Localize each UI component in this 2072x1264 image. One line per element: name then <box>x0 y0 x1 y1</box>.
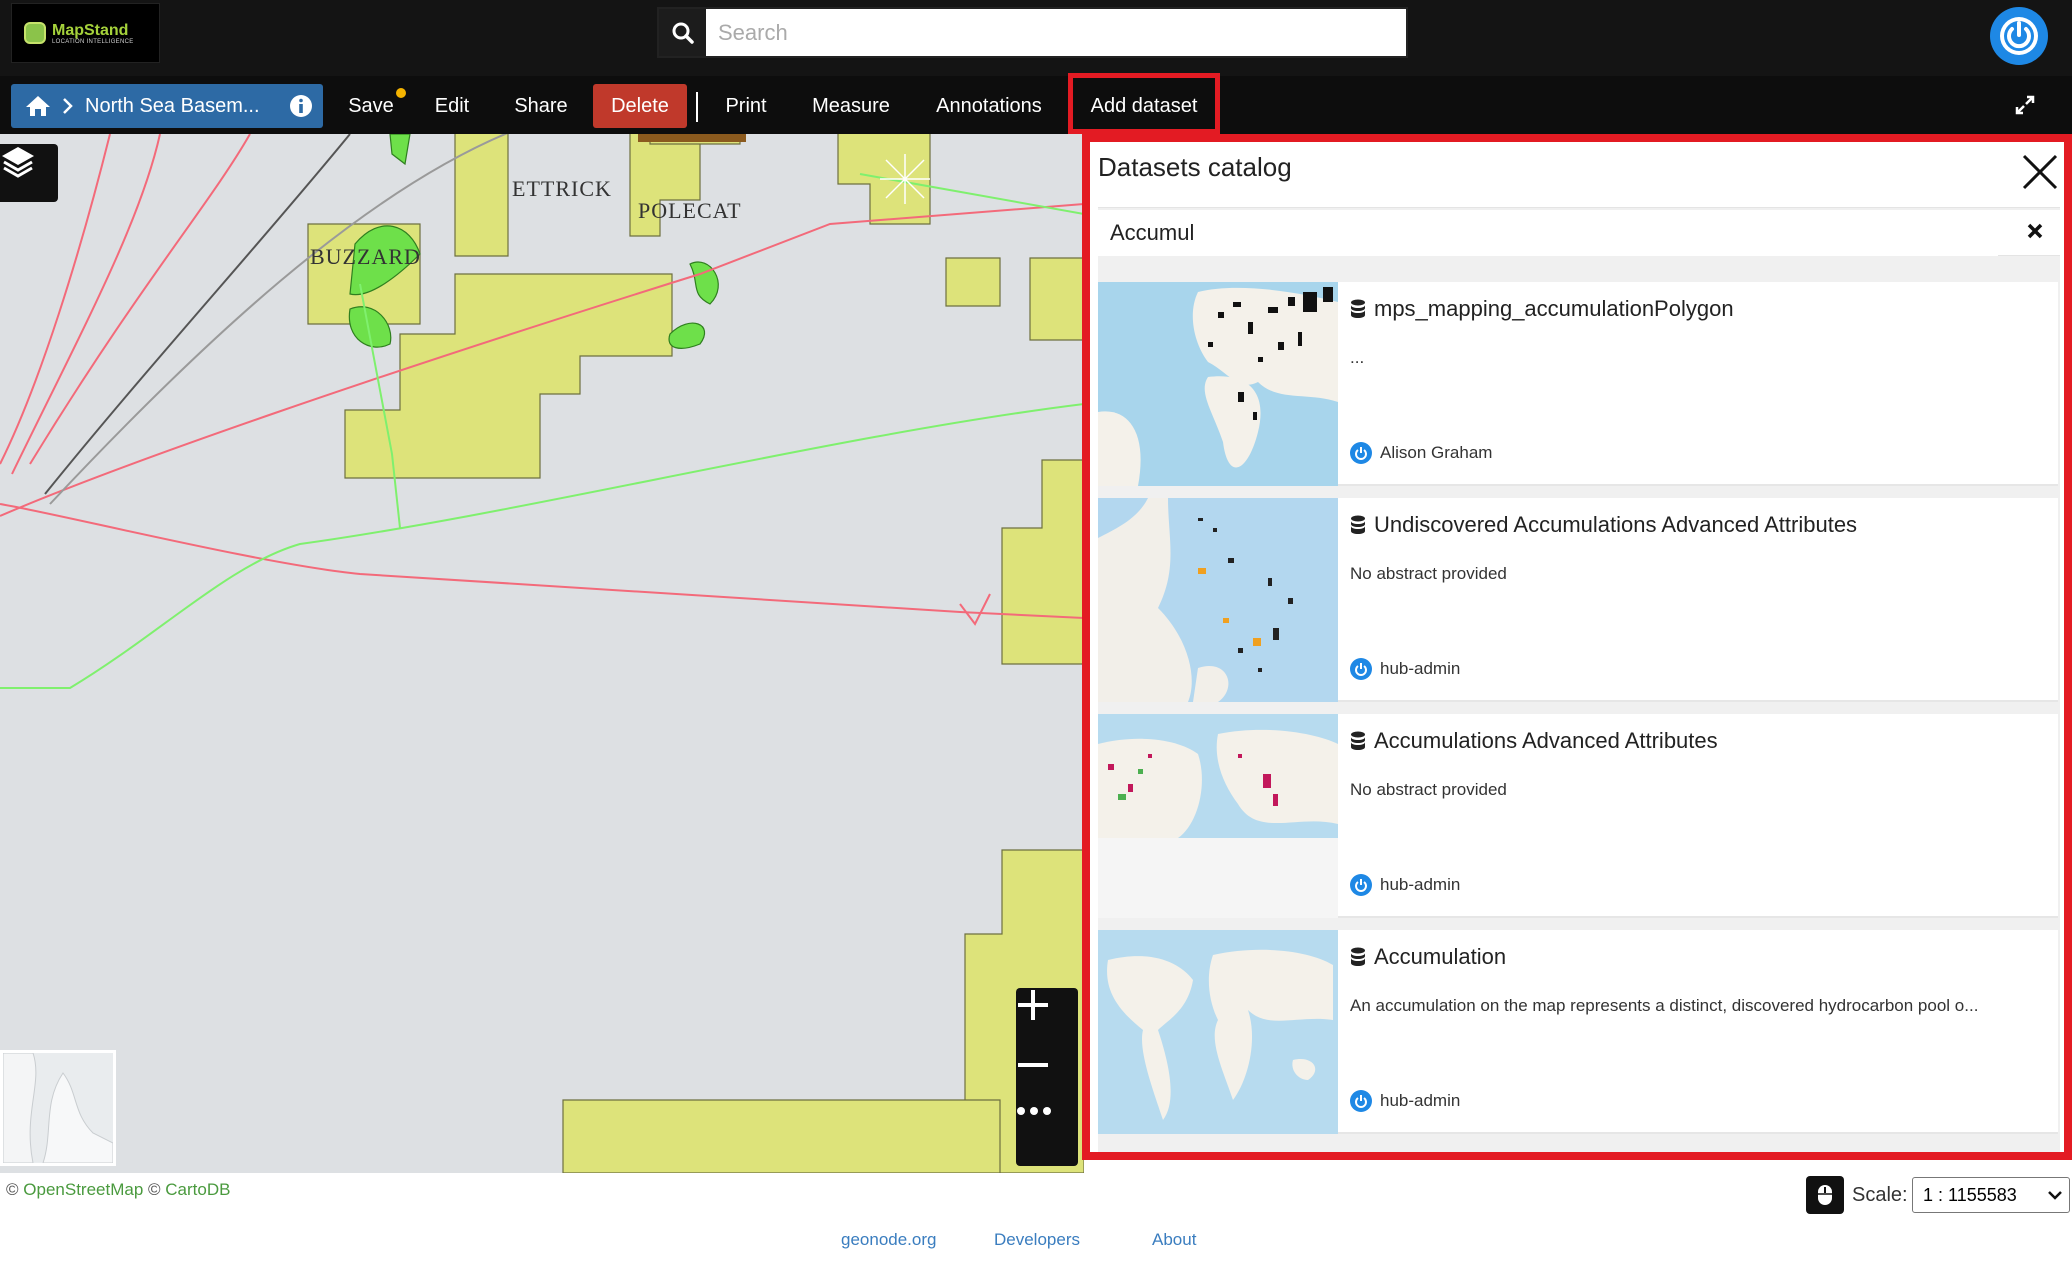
map-label-ettrick: ETTRICK <box>512 176 612 201</box>
map-canvas[interactable]: ETTRICK POLECAT BUZZARD <box>0 134 1084 1173</box>
fullscreen-icon[interactable] <box>2014 94 2036 116</box>
dataset-owner[interactable]: hub-admin <box>1380 659 1460 679</box>
app-root: MapStand LOCATION INTELLIGENCE North Sea… <box>0 0 2072 1264</box>
minimap-icon <box>3 1053 113 1163</box>
owner-avatar-icon <box>1350 1090 1372 1112</box>
catalog-header: Datasets catalog <box>1098 148 2060 208</box>
owner-avatar-icon <box>1350 442 1372 464</box>
database-icon <box>1351 731 1365 750</box>
dataset-title: Undiscovered Accumulations Advanced Attr… <box>1374 512 1858 537</box>
dataset-owner[interactable]: hub-admin <box>1380 1091 1460 1111</box>
world-map-thumbnail-icon <box>1098 282 1338 486</box>
dataset-abstract: ... <box>1350 348 1365 367</box>
dataset-thumbnail <box>1098 282 1338 486</box>
global-search <box>657 7 1408 58</box>
top-navbar: MapStand LOCATION INTELLIGENCE <box>0 0 2072 76</box>
catalog-search <box>1098 210 2060 256</box>
world-map-thumbnail-icon <box>1098 930 1338 1134</box>
owner-avatar-icon <box>1350 658 1372 680</box>
info-icon[interactable] <box>289 94 313 118</box>
toolbar-divider <box>696 92 698 122</box>
scale-label: Scale: <box>1852 1184 1908 1206</box>
share-button[interactable]: Share <box>504 84 578 128</box>
delete-button[interactable]: Delete <box>593 84 687 128</box>
layers-toggle-button[interactable] <box>0 144 58 202</box>
unsaved-indicator <box>396 88 406 98</box>
cartodb-link[interactable]: CartoDB <box>165 1180 230 1199</box>
brand-logo[interactable]: MapStand LOCATION INTELLIGENCE <box>11 3 160 63</box>
world-map-thumbnail-icon <box>1098 714 1338 918</box>
north-sea-thumbnail-icon <box>1098 498 1338 702</box>
clear-search-icon[interactable] <box>2026 222 2044 240</box>
dataset-card[interactable]: Accumulations Advanced Attributes No abs… <box>1098 714 2058 918</box>
user-menu-button[interactable] <box>1990 7 2048 65</box>
plus-icon <box>1018 990 1048 1020</box>
save-button[interactable]: Save <box>340 84 406 128</box>
dataset-title: mps_mapping_accumulationPolygon <box>1374 296 1734 321</box>
breadcrumb: North Sea Basem... <box>11 84 323 128</box>
zoom-in-button[interactable] <box>1016 988 1078 1046</box>
dataset-card[interactable]: Undiscovered Accumulations Advanced Attr… <box>1098 498 2058 702</box>
map-features <box>0 134 1084 1173</box>
dataset-owner[interactable]: Alison Graham <box>1380 443 1492 463</box>
catalog-title: Datasets catalog <box>1098 152 1292 182</box>
zoom-control <box>1016 988 1078 1166</box>
dataset-card[interactable]: mps_mapping_accumulationPolygon ... Alis… <box>1098 282 2058 486</box>
search-button[interactable] <box>659 9 706 56</box>
datasets-catalog-panel: Datasets catalog mps_mapping_accumulatio… <box>1098 148 2060 1152</box>
footer-link-geonode[interactable]: geonode.org <box>841 1230 936 1250</box>
map-label-polecat: POLECAT <box>638 198 742 223</box>
dataset-title: Accumulation <box>1374 944 1507 969</box>
map-label-buzzard: BUZZARD <box>310 244 421 269</box>
annotations-button[interactable]: Annotations <box>928 84 1050 128</box>
catalog-search-input[interactable] <box>1098 210 1998 256</box>
map-toolbar: North Sea Basem... Save Edit Share Delet… <box>0 76 2072 134</box>
owner-avatar-icon <box>1350 874 1372 896</box>
add-dataset-highlight <box>1068 73 1220 134</box>
power-icon <box>2000 17 2038 55</box>
chevron-right-icon <box>63 98 73 114</box>
dataset-abstract: No abstract provided <box>1350 564 1507 583</box>
openstreetmap-link[interactable]: OpenStreetMap <box>23 1180 143 1199</box>
database-icon <box>1351 299 1365 318</box>
scale-select[interactable]: 1 : 1155583 <box>1912 1177 2070 1213</box>
dataset-thumbnail <box>1098 930 1338 1134</box>
footer-link-about[interactable]: About <box>1152 1230 1196 1250</box>
dataset-card[interactable]: Accumulation An accumulation on the map … <box>1098 930 2058 1134</box>
home-icon[interactable] <box>25 94 51 118</box>
database-icon <box>1351 515 1365 534</box>
dataset-thumbnail <box>1098 498 1338 702</box>
minus-icon <box>1018 1063 1048 1067</box>
logo-mark-icon <box>24 22 46 44</box>
dataset-abstract: An accumulation on the map represents a … <box>1350 996 1979 1015</box>
chevron-down-icon <box>2048 1191 2062 1200</box>
print-button[interactable]: Print <box>718 84 774 128</box>
mouse-position-toggle[interactable] <box>1806 1176 1844 1214</box>
dataset-abstract: No abstract provided <box>1350 780 1507 799</box>
overview-minimap[interactable] <box>0 1050 116 1166</box>
logo-title: MapStand <box>52 21 129 39</box>
measure-button[interactable]: Measure <box>804 84 898 128</box>
dataset-thumbnail <box>1098 714 1338 918</box>
edit-button[interactable]: Edit <box>424 84 480 128</box>
dataset-owner[interactable]: hub-admin <box>1380 875 1460 895</box>
more-icon <box>1017 1107 1051 1115</box>
logo-subtitle: LOCATION INTELLIGENCE <box>52 38 134 45</box>
search-icon <box>672 22 694 44</box>
dataset-title: Accumulations Advanced Attributes <box>1374 728 1718 753</box>
search-input[interactable] <box>706 9 1406 56</box>
layers-icon <box>2 147 34 178</box>
more-map-tools-button[interactable] <box>1016 1106 1078 1164</box>
footer-link-developers[interactable]: Developers <box>994 1230 1080 1250</box>
mouse-icon <box>1818 1185 1832 1205</box>
close-icon[interactable] <box>2020 152 2060 192</box>
database-icon <box>1351 947 1365 966</box>
map-title: North Sea Basem... <box>85 94 260 117</box>
zoom-out-button[interactable] <box>1016 1048 1078 1106</box>
map-attribution: © OpenStreetMap © CartoDB <box>6 1180 231 1199</box>
